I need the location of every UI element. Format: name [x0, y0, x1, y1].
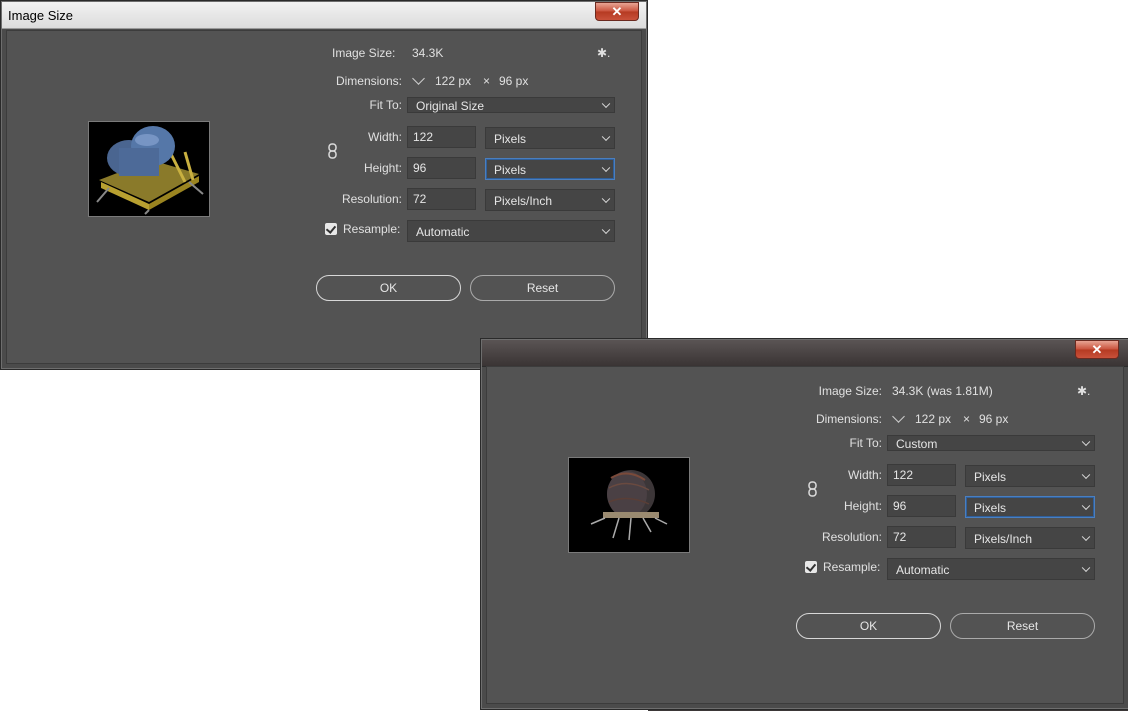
chevron-down-icon: [1081, 563, 1091, 573]
dimensions-label: Dimensions:: [335, 74, 402, 88]
width-value: 122: [893, 468, 914, 482]
height-label: Height:: [363, 161, 402, 175]
width-value: 122: [413, 130, 434, 144]
ok-button[interactable]: OK: [796, 613, 941, 639]
dimensions-times: ×: [963, 412, 971, 426]
image-size-dialog-1: Image Size ✕ Image Size: 34.3K ✱. Dimens: [1, 1, 647, 369]
gear-icon[interactable]: ✱.: [597, 46, 610, 60]
fit-to-select[interactable]: Original Size: [407, 97, 615, 113]
link-icon[interactable]: [328, 143, 338, 159]
fit-to-value: Original Size: [416, 99, 485, 113]
title-bar[interactable]: Image Size ✕: [2, 2, 646, 29]
height-unit-value: Pixels: [974, 501, 1007, 515]
width-input[interactable]: 122: [887, 464, 956, 486]
dimensions-height: 96 px: [499, 74, 529, 88]
dimensions-label: Dimensions:: [815, 412, 882, 426]
chevron-down-icon: [1081, 470, 1091, 480]
resample-label: Resample:: [343, 222, 401, 236]
width-label: Width:: [847, 468, 882, 482]
fit-to-select[interactable]: Custom: [887, 435, 1095, 451]
resolution-unit-value: Pixels/Inch: [974, 532, 1033, 546]
chevron-down-icon: [1081, 501, 1091, 511]
dimensions-times: ×: [483, 74, 491, 88]
resolution-unit-value: Pixels/Inch: [494, 194, 553, 208]
image-preview: [88, 121, 210, 217]
width-unit-select[interactable]: Pixels: [485, 127, 615, 149]
preview-graphic: [590, 470, 668, 541]
resample-label: Resample:: [823, 560, 881, 574]
resample-checkbox[interactable]: [805, 561, 817, 573]
dimensions-height: 96 px: [979, 412, 1009, 426]
resolution-unit-select[interactable]: Pixels/Inch: [965, 527, 1095, 549]
resample-select[interactable]: Automatic: [887, 558, 1095, 580]
height-unit-select[interactable]: Pixels: [965, 496, 1095, 518]
width-input[interactable]: 122: [407, 126, 476, 148]
chevron-down-icon: [601, 225, 611, 235]
link-icon[interactable]: [808, 481, 818, 497]
width-unit-select[interactable]: Pixels: [965, 465, 1095, 487]
close-button[interactable]: ✕: [1075, 340, 1119, 359]
dialog-panel: Image Size: 34.3K ✱. Dimensions: 122 px …: [6, 30, 642, 364]
close-icon: ✕: [611, 4, 623, 19]
resample-select[interactable]: Automatic: [407, 220, 615, 242]
resolution-value: 72: [893, 530, 907, 544]
chevron-down-icon[interactable]: [892, 410, 905, 423]
dialog-panel: Image Size: 34.3K (was 1.81M) ✱. Dimensi…: [486, 366, 1124, 704]
resample-checkbox[interactable]: [325, 223, 337, 235]
image-size-value: 34.3K (was 1.81M): [892, 384, 993, 398]
height-input[interactable]: 96: [407, 157, 476, 179]
width-label: Width:: [367, 130, 402, 144]
width-unit-value: Pixels: [494, 132, 527, 146]
close-button[interactable]: ✕: [595, 2, 639, 21]
chevron-down-icon: [601, 99, 611, 109]
chevron-down-icon: [1081, 437, 1091, 447]
image-size-dialog-2: ✕ Image Size: 34.3K (was 1.81M) ✱. Dimen…: [481, 339, 1128, 709]
resolution-label: Resolution:: [821, 530, 882, 544]
chevron-down-icon: [601, 132, 611, 142]
resolution-input[interactable]: 72: [407, 188, 476, 210]
gear-icon[interactable]: ✱.: [1077, 384, 1090, 398]
fit-to-value: Custom: [896, 437, 938, 451]
dimensions-width: 122 px: [915, 412, 952, 426]
resolution-unit-select[interactable]: Pixels/Inch: [485, 189, 615, 211]
image-size-label: Image Size:: [818, 384, 882, 398]
chevron-down-icon[interactable]: [412, 72, 425, 85]
ok-button[interactable]: OK: [316, 275, 461, 301]
chevron-down-icon: [601, 194, 611, 204]
chevron-down-icon: [1081, 532, 1091, 542]
resample-value: Automatic: [416, 225, 470, 239]
reset-button[interactable]: Reset: [950, 613, 1095, 639]
height-unit-select[interactable]: Pixels: [485, 158, 615, 180]
title-bar[interactable]: ✕: [482, 340, 1128, 367]
resample-value: Automatic: [896, 563, 950, 577]
preview-graphic: [96, 126, 204, 215]
reset-button[interactable]: Reset: [470, 275, 615, 301]
height-value: 96: [893, 499, 907, 513]
height-unit-value: Pixels: [494, 163, 527, 177]
window-title: Image Size: [8, 8, 74, 23]
close-icon: ✕: [1091, 342, 1103, 357]
chevron-down-icon: [601, 163, 611, 173]
height-value: 96: [413, 161, 427, 175]
resolution-input[interactable]: 72: [887, 526, 956, 548]
resolution-label: Resolution:: [341, 192, 402, 206]
image-preview: [568, 457, 690, 553]
fit-to-label: Fit To:: [849, 436, 882, 450]
height-label: Height:: [843, 499, 882, 513]
height-input[interactable]: 96: [887, 495, 956, 517]
resolution-value: 72: [413, 192, 427, 206]
image-size-value: 34.3K: [412, 46, 444, 60]
fit-to-label: Fit To:: [369, 98, 402, 112]
dimensions-width: 122 px: [435, 74, 472, 88]
width-unit-value: Pixels: [974, 470, 1007, 484]
